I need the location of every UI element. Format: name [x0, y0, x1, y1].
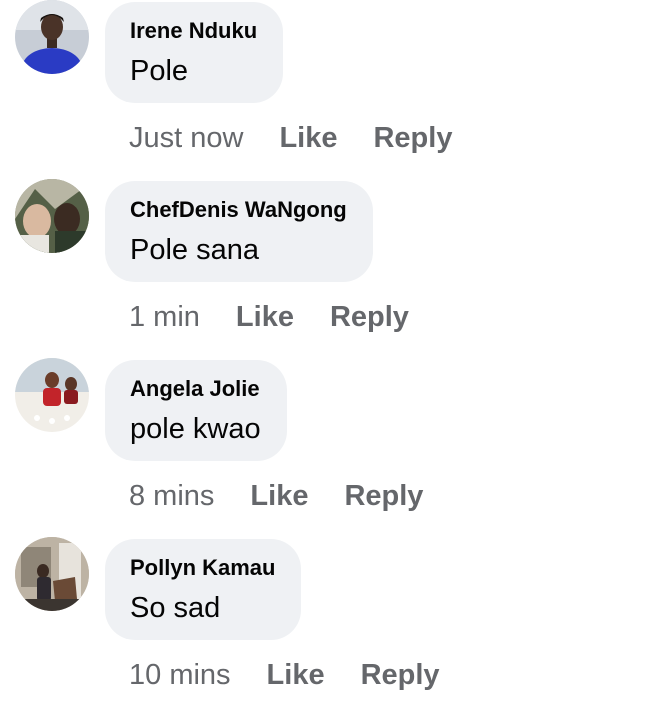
comment-meta: 1 min Like Reply	[129, 297, 409, 337]
avatar[interactable]	[15, 537, 89, 611]
avatar[interactable]	[15, 179, 89, 253]
comment-author[interactable]: Angela Jolie	[130, 376, 261, 402]
comment-text: So sad	[130, 592, 221, 624]
like-button[interactable]: Like	[236, 301, 294, 334]
like-button[interactable]: Like	[250, 480, 308, 513]
avatar-image	[15, 179, 89, 253]
reply-button[interactable]: Reply	[361, 659, 440, 692]
like-button[interactable]: Like	[279, 122, 337, 155]
comment-bubble: Irene Nduku Pole	[105, 2, 284, 103]
comment-item: ChefDenis WaNgong Pole sana 1 min Like R…	[0, 179, 672, 359]
comment-text: Pole sana	[130, 234, 259, 266]
comment-time[interactable]: 1 min	[129, 301, 200, 334]
comment-text: Pole	[130, 55, 189, 87]
reply-button[interactable]: Reply	[373, 122, 452, 155]
reply-button[interactable]: Reply	[330, 301, 409, 334]
avatar-image	[15, 537, 89, 611]
comment-author[interactable]: ChefDenis WaNgong	[130, 197, 347, 223]
comment-meta: Just now Like Reply	[129, 118, 452, 158]
comment-bubble: Angela Jolie pole kwao	[105, 360, 287, 461]
comment-author[interactable]: Pollyn Kamau	[130, 555, 275, 581]
reply-button[interactable]: Reply	[344, 480, 423, 513]
comment-text: pole kwao	[130, 413, 261, 445]
comment-item: Pollyn Kamau So sad 10 mins Like Reply	[0, 537, 672, 717]
comment-author[interactable]: Irene Nduku	[130, 18, 257, 44]
comment-meta: 8 mins Like Reply	[129, 476, 423, 516]
comment-bubble: Pollyn Kamau So sad	[105, 539, 302, 640]
comment-time[interactable]: Just now	[129, 122, 243, 155]
comment-meta: 10 mins Like Reply	[129, 655, 440, 695]
comment-item: Angela Jolie pole kwao 8 mins Like Reply	[0, 358, 672, 538]
avatar-image	[15, 0, 89, 74]
avatar[interactable]	[15, 358, 89, 432]
avatar[interactable]	[15, 0, 89, 74]
like-button[interactable]: Like	[267, 659, 325, 692]
comment-item: Irene Nduku Pole Just now Like Reply	[0, 0, 672, 180]
comment-time[interactable]: 10 mins	[129, 659, 231, 692]
comment-time[interactable]: 8 mins	[129, 480, 214, 513]
avatar-image	[15, 358, 89, 432]
comment-bubble: ChefDenis WaNgong Pole sana	[105, 181, 373, 282]
